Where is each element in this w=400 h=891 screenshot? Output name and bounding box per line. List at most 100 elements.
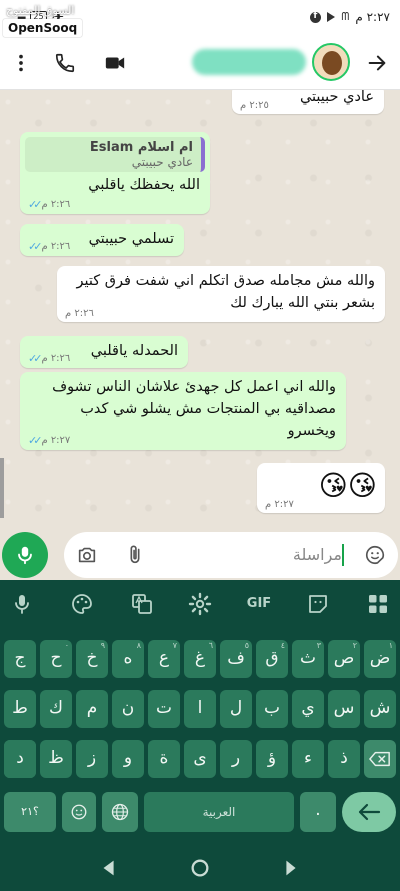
sticker-icon[interactable] <box>306 592 330 616</box>
settings-gear-icon[interactable] <box>188 592 212 616</box>
message-outgoing-reply[interactable]: ام اسلام Eslam عادي حبيبتي الله يحفظك يا… <box>20 132 210 214</box>
message-input[interactable]: مراسلة <box>64 532 398 578</box>
key-ل[interactable]: ل <box>220 690 252 728</box>
key-ث[interactable]: ث٣ <box>292 640 324 678</box>
input-placeholder: مراسلة <box>292 545 342 564</box>
key-ظ[interactable]: ظ <box>40 740 72 778</box>
key-ن[interactable]: ن <box>112 690 144 728</box>
key-غ[interactable]: غ٦ <box>184 640 216 678</box>
key-ة[interactable]: ة <box>148 740 180 778</box>
message-outgoing[interactable]: تسلمي حبيبتي ٢:٢٦ م ✓✓ <box>20 224 184 256</box>
gif-icon[interactable]: GIF <box>244 592 274 616</box>
key-label: ر <box>231 748 241 768</box>
key-label: ح <box>50 648 62 668</box>
theme-palette-icon[interactable] <box>70 592 94 616</box>
on-screen-keyboard: GIF ؟٢١ العربية . ض ١ ص ٢ ث ٣ ق ٤ ف ٥ غ … <box>0 580 400 845</box>
message-time: ٢:٢٥ م <box>240 100 269 111</box>
key-س[interactable]: س <box>328 690 360 728</box>
key-ذ[interactable]: ذ <box>328 740 360 778</box>
backspace-key[interactable] <box>364 740 396 778</box>
key-خ[interactable]: خ٩ <box>76 640 108 678</box>
key-ى[interactable]: ى <box>184 740 216 778</box>
message-incoming[interactable]: والله مش مجامله صدق اتكلم اني شفت فرق كت… <box>57 266 385 322</box>
key-ع[interactable]: ع٧ <box>148 640 180 678</box>
read-receipt-icon: ✓✓ <box>28 434 43 447</box>
key-ط[interactable]: ط <box>4 690 36 728</box>
message-time: ٢:٢٧ م <box>41 435 71 446</box>
quoted-message[interactable]: ام اسلام Eslam عادي حبيبتي <box>25 137 205 172</box>
message-incoming-emoji[interactable]: 😘😘 ٢:٢٧ م <box>257 463 385 513</box>
chat-header <box>0 34 400 90</box>
key-label: ظ <box>48 748 64 768</box>
enter-key[interactable] <box>342 792 396 832</box>
key-م[interactable]: م <box>76 690 108 728</box>
status-right: ᗰ ٢:٢٧ م <box>310 10 390 24</box>
more-options-icon[interactable] <box>10 52 32 74</box>
video-call-icon[interactable] <box>104 52 126 74</box>
back-arrow-icon[interactable] <box>366 52 388 74</box>
key-ق[interactable]: ق٤ <box>256 640 288 678</box>
key-ه[interactable]: ه٨ <box>112 640 144 678</box>
chat-area[interactable]: عادي حبيبتي ٢:٢٥ م ام اسلام Eslam عادي ح… <box>0 90 400 530</box>
attachment-icon[interactable] <box>124 544 146 566</box>
key-ا[interactable]: ا <box>184 690 216 728</box>
key-ت[interactable]: ت <box>148 690 180 728</box>
key-ز[interactable]: ز <box>76 740 108 778</box>
emoji-key[interactable] <box>62 792 96 832</box>
keyboard-mic-icon[interactable] <box>10 592 34 616</box>
key-ف[interactable]: ف٥ <box>220 640 252 678</box>
contact-name-redacted[interactable] <box>192 49 306 75</box>
key-و[interactable]: و <box>112 740 144 778</box>
facebook-notification-icon <box>310 11 322 23</box>
contact-avatar[interactable] <box>312 43 350 81</box>
quote-author: ام اسلام Eslam <box>89 140 193 155</box>
voice-record-button[interactable] <box>2 532 48 578</box>
key-label: ا <box>197 698 203 718</box>
key-د[interactable]: د <box>4 740 36 778</box>
opensooq-watermark: السوق المفتوح OpenSooq <box>3 4 89 37</box>
key-ب[interactable]: ب <box>256 690 288 728</box>
nav-home-icon[interactable] <box>189 857 211 879</box>
key-ر[interactable]: ر <box>220 740 252 778</box>
key-label: غ <box>194 648 206 668</box>
key-ي[interactable]: ي <box>292 690 324 728</box>
emoji-sticker-icon[interactable] <box>364 544 386 566</box>
key-label: ل <box>229 698 243 718</box>
system-nav-bar <box>0 845 400 891</box>
key-ج[interactable]: ج <box>4 640 36 678</box>
key-label: ع <box>158 648 170 668</box>
period-key[interactable]: . <box>300 792 336 832</box>
status-time: ٢:٢٧ م <box>355 10 390 24</box>
key-label: ج <box>14 648 26 668</box>
backspace-icon <box>369 751 390 767</box>
key-ء[interactable]: ء <box>292 740 324 778</box>
key-label: ك <box>48 698 63 718</box>
camera-icon[interactable] <box>76 544 98 566</box>
key-ض[interactable]: ض١ <box>364 640 396 678</box>
key-hint: ١ <box>388 641 393 650</box>
key-ص[interactable]: ص٢ <box>328 640 360 678</box>
key-label: ة <box>159 748 169 768</box>
nav-back-icon[interactable] <box>98 857 120 879</box>
key-ح[interactable]: ح٠ <box>40 640 72 678</box>
message-outgoing[interactable]: والله اني اعمل كل جهدئ علاشان الناس تشوف… <box>20 372 346 450</box>
language-key[interactable] <box>102 792 138 832</box>
text-caret <box>342 544 344 566</box>
spacebar-key[interactable]: العربية <box>144 792 294 832</box>
key-label: ش <box>369 698 391 718</box>
messenger-notification-icon: ᗰ <box>341 10 350 23</box>
key-ش[interactable]: ش <box>364 690 396 728</box>
message-outgoing[interactable]: الحمدله ياقلبي ٢:٢٦ م ✓✓ <box>20 336 188 368</box>
read-receipt-icon: ✓✓ <box>28 240 43 253</box>
symbols-key[interactable]: ؟٢١ <box>4 792 56 832</box>
nav-recents-icon[interactable] <box>280 857 302 879</box>
watermark-arabic: السوق المفتوح <box>6 4 75 17</box>
scroll-indicator[interactable] <box>0 458 4 518</box>
translate-icon[interactable] <box>130 592 154 616</box>
key-label: ث <box>299 648 316 668</box>
more-grid-icon[interactable] <box>366 592 390 616</box>
key-ك[interactable]: ك <box>40 690 72 728</box>
message-incoming[interactable]: عادي حبيبتي ٢:٢٥ م <box>232 90 384 114</box>
key-ؤ[interactable]: ؤ <box>256 740 288 778</box>
voice-call-icon[interactable] <box>54 52 76 74</box>
